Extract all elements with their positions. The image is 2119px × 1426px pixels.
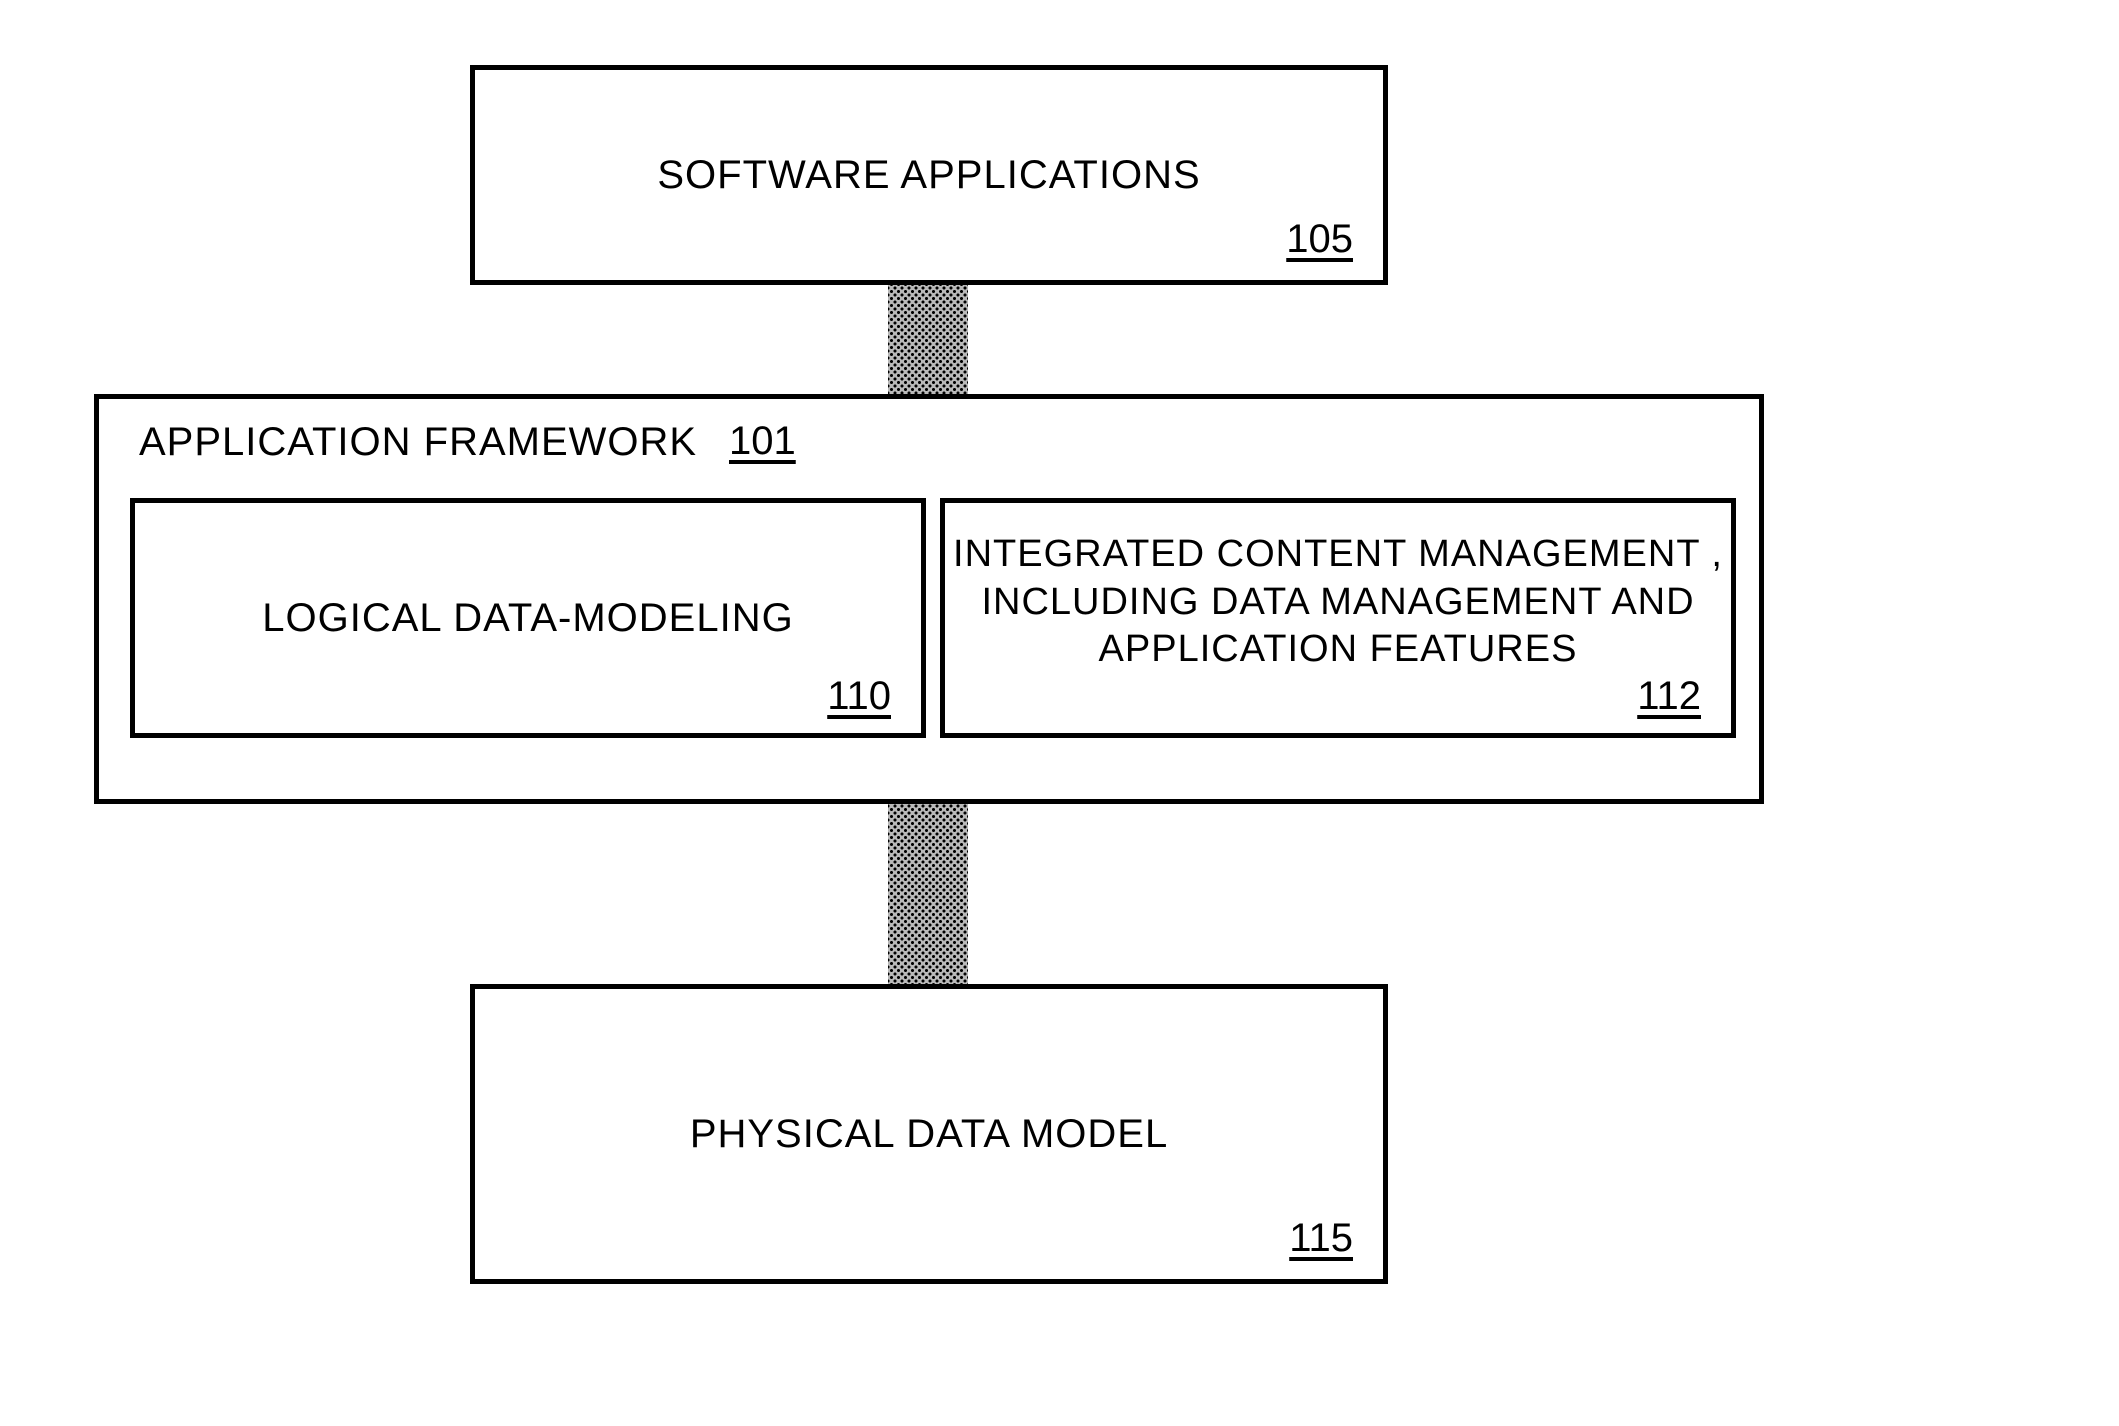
refnum-software-applications: 105 xyxy=(1286,217,1353,262)
label-integrated-content-management: INTEGRATED CONTENT MANAGEMENT , INCLUDIN… xyxy=(945,531,1731,674)
label-software-applications: SOFTWARE APPLICATIONS xyxy=(475,150,1383,200)
box-software-applications: SOFTWARE APPLICATIONS 105 xyxy=(470,65,1388,285)
label-physical-data-model: PHYSICAL DATA MODEL xyxy=(475,1109,1383,1159)
box-logical-data-modeling: LOGICAL DATA-MODELING 110 xyxy=(130,498,926,738)
box-integrated-content-management: INTEGRATED CONTENT MANAGEMENT , INCLUDIN… xyxy=(940,498,1736,738)
refnum-application-framework: 101 xyxy=(729,419,796,464)
diagram-canvas: SOFTWARE APPLICATIONS 105 APPLICATION FR… xyxy=(0,0,2119,1426)
refnum-integrated-content-management: 112 xyxy=(1637,674,1701,719)
label-application-framework: APPLICATION FRAMEWORK xyxy=(139,417,697,467)
refnum-logical-data-modeling: 110 xyxy=(827,674,891,719)
refnum-physical-data-model: 115 xyxy=(1289,1216,1353,1261)
label-logical-data-modeling: LOGICAL DATA-MODELING xyxy=(135,593,921,643)
box-physical-data-model: PHYSICAL DATA MODEL 115 xyxy=(470,984,1388,1284)
